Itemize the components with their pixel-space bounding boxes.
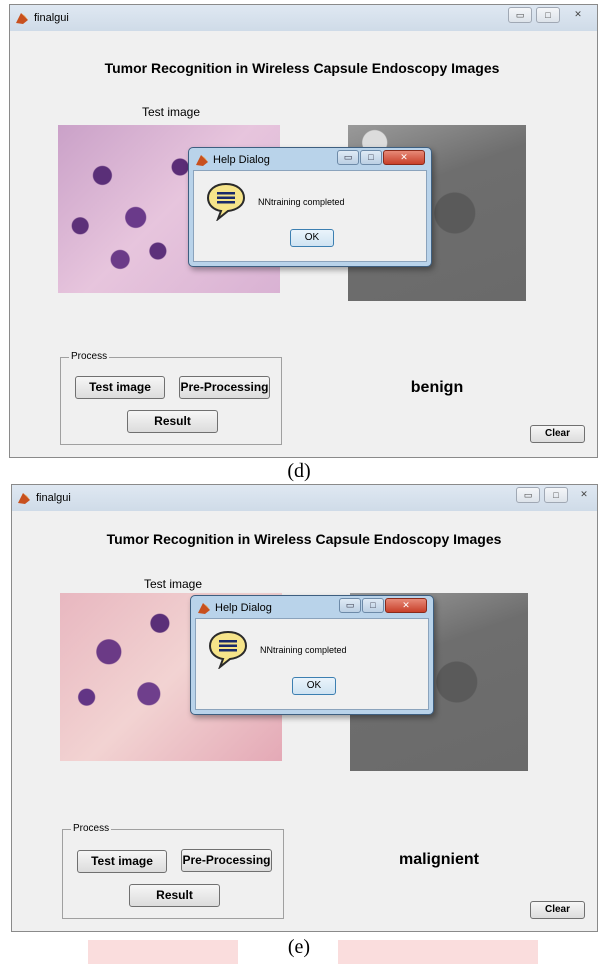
window-title: finalgui (34, 12, 69, 24)
ok-button[interactable]: OK (290, 229, 334, 247)
dialog-close-button[interactable]: ✕ (385, 598, 427, 613)
pre-processing-button[interactable]: Pre-Processing (181, 849, 272, 872)
dialog-close-button[interactable]: ✕ (383, 150, 425, 165)
help-dialog-message: NNtraining completed (260, 645, 347, 655)
window-title: finalgui (36, 492, 71, 504)
close-button[interactable]: ✕ (572, 487, 596, 503)
test-image-label: Test image (142, 105, 201, 119)
figure-panel-e: finalgui ▭ □ ✕ Tumor Recognition in Wire… (0, 480, 598, 962)
matlab-icon (196, 155, 208, 166)
help-dialog: Help Dialog ▭ □ ✕ NNtraining completed O… (188, 147, 432, 267)
clear-button[interactable]: Clear (530, 425, 585, 443)
matlab-icon (16, 13, 28, 24)
page-title: Tumor Recognition in Wireless Capsule En… (106, 531, 502, 547)
help-dialog-message: NNtraining completed (258, 197, 345, 207)
help-dialog: Help Dialog ▭ □ ✕ NNtraining completed O… (190, 595, 434, 715)
help-speech-bubble-icon (206, 182, 246, 221)
help-dialog-body: NNtraining completed OK (195, 618, 429, 710)
matlab-icon (198, 603, 210, 614)
main-window: finalgui ▭ □ ✕ Tumor Recognition in Wire… (11, 484, 598, 932)
process-panel: Process Test image Pre-Processing Result (60, 351, 282, 445)
dialog-minimize-button[interactable]: ▭ (339, 598, 361, 613)
page-title: Tumor Recognition in Wireless Capsule En… (104, 60, 500, 76)
pre-processing-button[interactable]: Pre-Processing (179, 376, 270, 399)
maximize-button[interactable]: □ (544, 487, 568, 503)
clear-button[interactable]: Clear (530, 901, 585, 919)
test-image-button[interactable]: Test image (75, 376, 165, 399)
help-dialog-title: Help Dialog (213, 154, 270, 166)
figure-panel-d: finalgui ▭ □ ✕ Tumor Recognition in Wire… (0, 0, 598, 482)
test-image-button[interactable]: Test image (77, 850, 167, 873)
main-window: finalgui ▭ □ ✕ Tumor Recognition in Wire… (9, 4, 598, 458)
process-panel-legend: Process (71, 823, 112, 834)
watermark-bar (88, 940, 238, 964)
close-button[interactable]: ✕ (566, 7, 590, 23)
process-panel-legend: Process (69, 351, 110, 362)
result-label: benign (410, 379, 464, 396)
minimize-button[interactable]: ▭ (508, 7, 532, 23)
help-speech-bubble-icon (208, 630, 248, 669)
matlab-icon (18, 493, 30, 504)
window-titlebar[interactable]: finalgui ▭ □ ✕ (12, 485, 597, 511)
dialog-minimize-button[interactable]: ▭ (337, 150, 359, 165)
process-panel: Process Test image Pre-Processing Result (62, 823, 284, 919)
result-button[interactable]: Result (129, 884, 220, 907)
help-dialog-body: NNtraining completed OK (193, 170, 427, 262)
dialog-maximize-button[interactable]: □ (362, 598, 384, 613)
ok-button[interactable]: OK (292, 677, 336, 695)
help-dialog-title: Help Dialog (215, 602, 272, 614)
test-image-label: Test image (144, 577, 203, 591)
maximize-button[interactable]: □ (536, 7, 560, 23)
watermark-bar (338, 940, 538, 964)
result-button[interactable]: Result (127, 410, 218, 433)
window-client-area: Tumor Recognition in Wireless Capsule En… (14, 511, 595, 929)
window-titlebar[interactable]: finalgui ▭ □ ✕ (10, 5, 597, 31)
minimize-button[interactable]: ▭ (516, 487, 540, 503)
dialog-maximize-button[interactable]: □ (360, 150, 382, 165)
result-label: malignient (398, 851, 479, 868)
